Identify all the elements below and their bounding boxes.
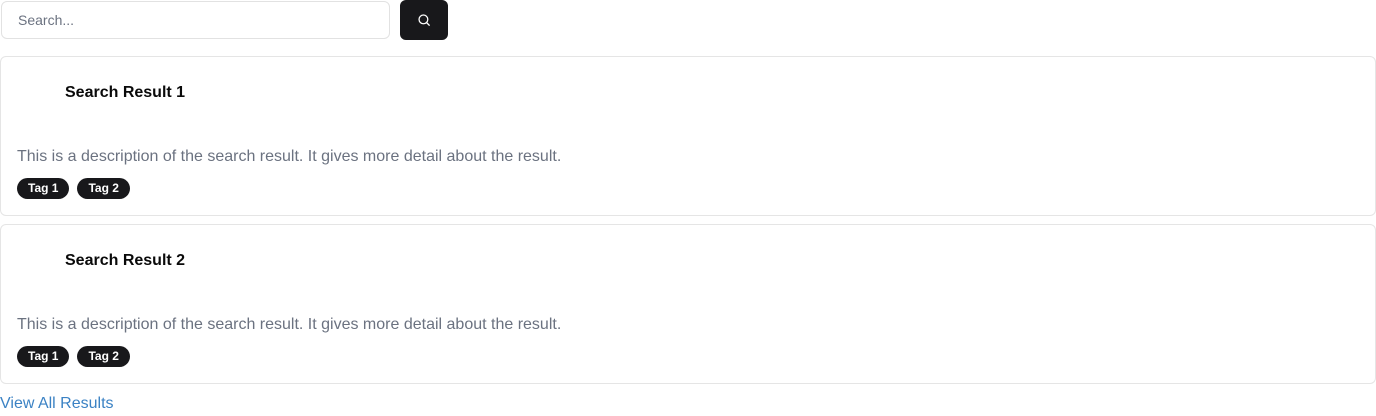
search-button[interactable]	[400, 0, 448, 40]
result-description: This is a description of the search resu…	[17, 316, 562, 333]
tag-badge[interactable]: Tag 1	[17, 346, 70, 367]
tag-badge[interactable]: Tag 2	[77, 346, 130, 367]
search-icon	[417, 13, 431, 27]
search-results-list: Search Result 1 This is a description of…	[0, 56, 1376, 392]
tag-badge[interactable]: Tag 1	[17, 178, 70, 199]
result-tags: Tag 1 Tag 2	[17, 178, 130, 199]
result-title[interactable]: Search Result 2	[65, 252, 185, 270]
result-card[interactable]: Search Result 2 This is a description of…	[0, 224, 1376, 384]
result-card[interactable]: Search Result 1 This is a description of…	[0, 56, 1376, 216]
result-title[interactable]: Search Result 1	[65, 84, 185, 102]
view-all-results-link[interactable]: View All Results	[0, 395, 114, 413]
result-description: This is a description of the search resu…	[17, 148, 562, 165]
result-tags: Tag 1 Tag 2	[17, 346, 130, 367]
search-bar	[0, 0, 1376, 42]
search-input[interactable]	[1, 1, 390, 39]
tag-badge[interactable]: Tag 2	[77, 178, 130, 199]
